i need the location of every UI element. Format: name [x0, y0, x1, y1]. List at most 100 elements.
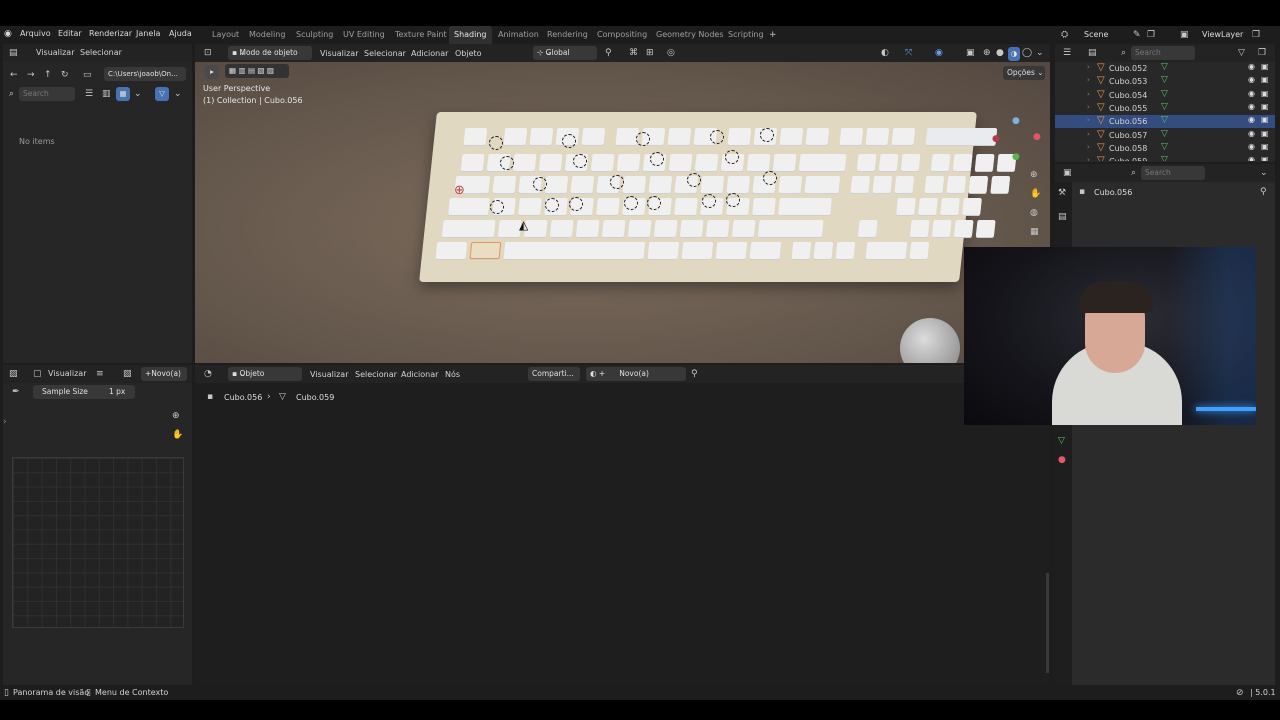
node-editor-type-icon[interactable]: ◔ — [204, 369, 212, 379]
pin-node-icon[interactable]: ⚲ — [691, 369, 698, 379]
outliner-row[interactable]: › ▽ Cubo.057 ▽ ◉ ▣ — [1055, 129, 1275, 142]
eye-icon[interactable]: ◉ — [1248, 115, 1255, 124]
vp-menu-objeto[interactable]: Objeto — [455, 49, 482, 58]
light-gizmo[interactable] — [500, 156, 514, 170]
light-gizmo[interactable] — [573, 154, 587, 168]
ie-menu-visualizar[interactable]: Visualizar — [48, 369, 87, 378]
outliner-filter-icon[interactable]: ▽ — [1238, 48, 1245, 58]
light-gizmo[interactable] — [562, 134, 576, 148]
expand-arrow-icon[interactable]: › — [1087, 63, 1090, 71]
tab-rendering[interactable]: Rendering — [542, 26, 593, 44]
share-dropdown[interactable]: Comparti... — [528, 367, 580, 381]
horizontal-list-icon[interactable]: ▥ — [102, 89, 111, 99]
light-gizmo[interactable] — [702, 194, 716, 208]
camera-icon[interactable]: ▣ — [1261, 62, 1269, 71]
forward-arrow-icon[interactable]: → — [27, 70, 35, 80]
path-field[interactable]: C:\Users\joaob\On... — [104, 67, 186, 81]
overlay-icon[interactable]: ◉ — [935, 48, 943, 58]
camera-icon[interactable]: ▣ — [1261, 89, 1269, 98]
image-canvas-grid[interactable] — [12, 457, 184, 628]
axis-neg-x-icon[interactable]: ● — [992, 134, 1000, 144]
camera-icon[interactable]: ▣ — [1261, 115, 1269, 124]
light-gizmo[interactable] — [710, 130, 724, 144]
menu-ajuda[interactable]: Ajuda — [169, 29, 192, 38]
3d-viewport[interactable]: ▸ ▦ ▥ ▤ ▧ ▨ Opções ⌄ User Perspective (1… — [195, 62, 1050, 363]
shading-options-icon[interactable]: ⌄ — [1036, 48, 1044, 58]
menu-arquivo[interactable]: Arquivo — [20, 29, 51, 38]
render-tab-icon[interactable]: ▤ — [1058, 212, 1067, 222]
ne-menu-selecionar[interactable]: Selecionar — [355, 370, 397, 379]
ortho-toggle-icon[interactable]: ▦ — [1030, 227, 1039, 237]
new-scene-icon[interactable]: ❐ — [1147, 30, 1155, 40]
select-mode-buttons[interactable]: ▦ ▥ ▤ ▧ ▨ — [225, 64, 289, 78]
scrollbar[interactable] — [1046, 573, 1049, 673]
vp-menu-selecionar[interactable]: Selecionar — [364, 49, 406, 58]
expand-arrow-icon[interactable]: › — [1087, 130, 1090, 138]
eye-icon[interactable]: ◉ — [1248, 102, 1255, 111]
axis-x-icon[interactable]: ● — [1033, 132, 1041, 142]
shader-type-dropdown[interactable]: ▪ Objeto ⌄ — [228, 367, 302, 381]
outliner-row[interactable]: › ▽ Cubo.056 ▽ ◉ ▣ — [1055, 115, 1275, 129]
proportional-edit-icon[interactable]: ◎ — [667, 48, 675, 58]
scene-icon[interactable]: ⛭ — [1061, 30, 1068, 40]
tab-scripting[interactable]: Scripting — [723, 26, 769, 44]
axis-z-icon[interactable]: ● — [1012, 116, 1020, 126]
tool-tab-icon[interactable]: ⚒ — [1058, 188, 1066, 198]
xray-icon[interactable]: ▣ — [966, 48, 975, 58]
data-tab-icon[interactable]: ▽ — [1058, 436, 1065, 446]
light-gizmo[interactable] — [490, 200, 504, 214]
display-mode-icon[interactable]: ▤ — [1088, 48, 1097, 58]
tab-uv-editing[interactable]: UV Editing — [338, 26, 390, 44]
filter-icon[interactable]: ▽ — [155, 87, 169, 101]
vertical-list-icon[interactable]: ☰ — [85, 89, 93, 99]
gizmo-icon[interactable]: ⤧ — [905, 48, 912, 58]
thumbnails-icon[interactable]: ▦ — [116, 87, 130, 101]
ne-menu-nos[interactable]: Nós — [445, 370, 460, 379]
snap-icon[interactable]: ⌘ — [629, 48, 638, 58]
camera-icon[interactable]: ▣ — [1261, 142, 1269, 151]
axis-y-icon[interactable]: ● — [1012, 152, 1020, 162]
light-gizmo[interactable] — [533, 177, 547, 191]
menu-janela[interactable]: Janela — [136, 29, 160, 38]
eye-icon[interactable]: ◉ — [1248, 89, 1255, 98]
node-editor-canvas[interactable]: ▪ Cubo.056 › ▽ Cubo.059 ‹ — [195, 383, 1050, 685]
pivot-icon[interactable]: ⚲ — [605, 48, 612, 58]
3d-cursor-icon[interactable]: ⊕ — [454, 184, 465, 197]
viewport-type-icon[interactable]: ⊡ — [204, 48, 212, 58]
vp-menu-adicionar[interactable]: Adicionar — [411, 49, 448, 58]
editor-type-icon[interactable]: ▤ — [9, 48, 18, 58]
light-gizmo[interactable] — [687, 173, 701, 187]
properties-search-input[interactable]: Search — [1141, 166, 1205, 180]
menu-editar[interactable]: Editar — [58, 29, 82, 38]
light-gizmo[interactable] — [763, 171, 777, 185]
material-shading-icon[interactable]: ◑ — [1008, 47, 1020, 61]
zoom-viewport-icon[interactable]: ⊕ — [1030, 170, 1038, 180]
eyedropper-icon[interactable]: ✒ — [12, 387, 20, 397]
sidebar-toggle-icon[interactable]: › — [3, 417, 7, 427]
breadcrumb-mesh[interactable]: Cubo.059 — [296, 393, 334, 402]
vp-menu-visualizar[interactable]: Visualizar — [320, 49, 359, 58]
light-gizmo[interactable] — [647, 196, 661, 210]
camera-icon[interactable]: ▣ — [1261, 75, 1269, 84]
light-gizmo[interactable] — [650, 152, 664, 166]
fb-menu-visualizar[interactable]: Visualizar — [36, 48, 75, 57]
light-gizmo[interactable] — [726, 193, 740, 207]
new-material-button[interactable]: ◐ + Novo(a) — [586, 367, 686, 381]
add-workspace-icon[interactable]: + — [769, 30, 777, 40]
outliner-row[interactable]: › ▽ Cubo.059 ▽ ◉ ▣ — [1055, 155, 1275, 161]
snap-target-icon[interactable]: ⊞ — [646, 48, 654, 58]
select-tool-icon[interactable]: ▸ — [205, 65, 219, 79]
outliner-row[interactable]: › ▽ Cubo.053 ▽ ◉ ▣ — [1055, 75, 1275, 88]
expand-arrow-icon[interactable]: › — [1087, 156, 1090, 161]
properties-options-icon[interactable]: ⌄ — [1260, 168, 1268, 178]
expand-arrow-icon[interactable]: › — [1087, 103, 1090, 111]
outliner-row[interactable]: › ▽ Cubo.054 ▽ ◉ ▣ — [1055, 89, 1275, 102]
pan-viewport-icon[interactable]: ✋ — [1030, 189, 1041, 199]
properties-object-name[interactable]: Cubo.056 — [1094, 188, 1132, 197]
back-arrow-icon[interactable]: ← — [10, 70, 18, 80]
outliner-row[interactable]: › ▽ Cubo.052 ▽ ◉ ▣ — [1055, 62, 1275, 75]
light-gizmo[interactable] — [760, 128, 774, 142]
solid-shading-icon[interactable]: ● — [996, 48, 1004, 58]
tab-layout[interactable]: Layout — [207, 26, 244, 44]
eye-icon[interactable]: ◉ — [1248, 129, 1255, 138]
